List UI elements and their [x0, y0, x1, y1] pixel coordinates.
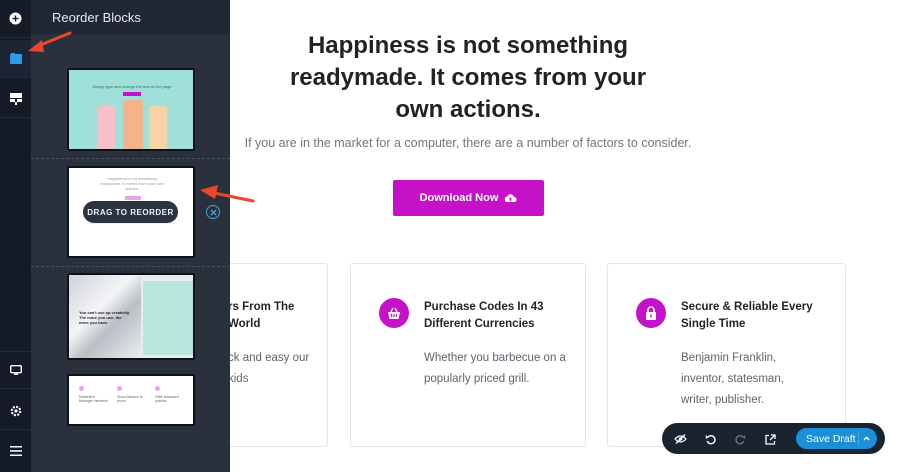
thumb-button	[123, 92, 141, 96]
thumb-feature: Marketers Manager elements	[79, 386, 109, 403]
thumb-line	[89, 223, 175, 224]
thumb-headline: Happiness is not something readymade. It…	[100, 176, 164, 191]
close-icon	[210, 209, 216, 215]
layout-icon	[9, 92, 22, 105]
thumb-headline: You can't use up creativity. The more yo…	[79, 310, 131, 325]
menu-button[interactable]	[0, 432, 31, 470]
feature-card-text: ck and easy our kids	[230, 352, 310, 385]
cloud-upload-icon	[505, 194, 518, 202]
thumb-headline: Simply type and change the text on the p…	[92, 84, 172, 89]
undo-button[interactable]	[700, 429, 720, 449]
thumb-feature-label: Show Alliance to prove	[117, 395, 143, 403]
hero-headline[interactable]: Happiness is not something readymade. It…	[232, 30, 704, 126]
feature-card-1[interactable]: rs From The World ck and easy our kids	[230, 263, 328, 447]
menu-icon	[9, 446, 22, 456]
hero-subline[interactable]: If you are in the market for a computer,…	[230, 136, 706, 150]
block-thumbnail-4[interactable]: Marketers Manager elements Show Alliance…	[67, 374, 195, 426]
preview-desktop-button[interactable]	[0, 351, 31, 389]
thumb-feature-label: Offer sustained policies	[155, 395, 179, 403]
save-options-toggle[interactable]	[858, 431, 873, 446]
settings-icon	[10, 405, 21, 416]
thumb-phone	[97, 106, 115, 149]
feature-card-3[interactable]: Secure & Reliable Every Single Time Benj…	[607, 263, 846, 447]
thumb-feature-label: Marketers Manager elements	[79, 395, 108, 403]
reorder-blocks-panel: Reorder Blocks Simply type and change th…	[31, 0, 230, 472]
settings-button[interactable]	[0, 392, 31, 430]
save-draft-button[interactable]: Save Draft	[796, 428, 877, 449]
panel-title: Reorder Blocks	[31, 0, 230, 34]
annotation-arrow	[200, 185, 255, 203]
blocks-icon	[9, 53, 22, 64]
block-separator	[31, 266, 230, 267]
feature-card-text: Benjamin Franklin, inventor, statesman, …	[681, 352, 784, 406]
thumb-dot	[117, 386, 122, 391]
undo-icon	[705, 434, 716, 444]
thumb-feature: Show Alliance to prove	[117, 386, 147, 403]
redo-icon	[734, 434, 745, 444]
external-link-icon	[764, 433, 776, 445]
thumb-dot	[79, 386, 84, 391]
thumb-phone	[123, 100, 143, 149]
eye-off-icon	[673, 434, 687, 444]
hide-preview-button[interactable]	[670, 429, 690, 449]
desktop-icon	[9, 364, 22, 375]
page-canvas: Happiness is not something readymade. It…	[230, 0, 906, 472]
feature-card-title: Purchase Codes In 43 Different Currencie…	[424, 301, 544, 330]
redo-button[interactable]	[730, 429, 750, 449]
block-separator	[31, 158, 230, 159]
download-now-button[interactable]: Download Now	[393, 180, 544, 216]
basket-icon	[379, 298, 409, 328]
drag-to-reorder-handle[interactable]: DRAG TO REORDER	[83, 201, 178, 223]
open-external-button[interactable]	[760, 429, 780, 449]
feature-card-2[interactable]: Purchase Codes In 43 Different Currencie…	[350, 263, 586, 447]
download-label: Download Now	[419, 192, 499, 204]
add-icon	[9, 12, 22, 25]
chevron-up-icon	[863, 436, 869, 441]
annotation-arrow	[28, 31, 72, 52]
block-thumbnail-3[interactable]: You can't use up creativity. The more yo…	[67, 273, 195, 360]
thumb-dot	[155, 386, 160, 391]
thumb-feature: Offer sustained policies	[155, 386, 185, 403]
feature-card-title: Secure & Reliable Every Single Time	[681, 301, 813, 330]
layout-button[interactable]	[0, 80, 31, 118]
icon-rail	[0, 0, 31, 472]
thumb-list	[143, 281, 193, 355]
feature-card-title: rs From The World	[230, 301, 295, 330]
thumb-phone	[149, 106, 167, 149]
lock-icon	[636, 298, 666, 328]
block-thumbnail-1[interactable]: Simply type and change the text on the p…	[67, 68, 195, 151]
save-draft-label: Save Draft	[806, 432, 856, 445]
feature-card-text: Whether you barbecue on a popularly pric…	[424, 352, 566, 385]
thumb-button	[125, 196, 141, 200]
editor-toolbar: Save Draft	[662, 423, 885, 454]
remove-block-button[interactable]	[206, 205, 220, 219]
